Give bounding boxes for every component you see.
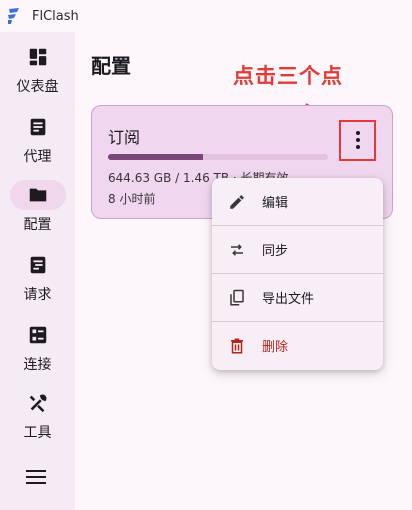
app-logo-icon [8,8,19,24]
sidebar-item-tools[interactable]: 工具 [0,388,75,448]
sidebar-item-connections[interactable]: 连接 [0,320,75,380]
proxy-list-icon [30,118,45,136]
menu-item-delete[interactable]: 删除 [212,322,383,369]
sidebar-item-requests[interactable]: 请求 [0,250,75,310]
menu-item-label: 导出文件 [262,292,315,307]
connections-icon [29,326,46,344]
menu-item-label: 同步 [262,244,289,259]
export-file-icon [230,289,244,305]
sidebar-item-label: 请求 [23,287,52,303]
sidebar-item-label: 仪表盘 [16,79,59,95]
app-name: FlClash [32,8,79,24]
menu-item-export-file[interactable]: 导出文件 [212,274,383,321]
profile-title: 订阅 [108,128,141,147]
usage-progress-fill [108,154,203,160]
delete-icon [231,338,243,353]
menu-item-label: 编辑 [262,196,289,211]
tools-icon [29,394,46,413]
menu-item-edit[interactable]: 编辑 [212,178,383,225]
more-vertical-icon[interactable] [350,128,366,152]
sidebar: 仪表盘 代理 配置 请求 连接 工具 [0,32,75,510]
menu-item-label: 删除 [262,340,289,355]
sidebar-item-label: 工具 [23,425,52,441]
usage-progress-bar [108,154,328,160]
dashboard-icon [29,48,46,66]
sidebar-item-profiles[interactable]: 配置 [0,180,75,240]
sidebar-item-label: 代理 [23,149,52,165]
page-title: 配置 [91,54,131,78]
sync-icon [231,243,243,256]
updated-time: 8 小时前 [108,192,156,206]
menu-item-sync[interactable]: 同步 [212,226,383,273]
title-bar: FlClash [0,0,412,32]
sidebar-item-proxy[interactable]: 代理 [0,112,75,172]
hamburger-menu-icon[interactable] [23,466,49,488]
sidebar-item-dashboard[interactable]: 仪表盘 [0,42,75,102]
annotation-text: 点击三个点 [233,64,343,88]
sidebar-item-label: 连接 [23,357,52,373]
requests-icon [30,256,45,274]
folder-icon [29,188,46,202]
edit-icon [230,194,244,209]
profile-context-menu: 编辑 同步 导出文件 删除 [212,178,383,370]
sidebar-item-label: 配置 [23,217,52,233]
